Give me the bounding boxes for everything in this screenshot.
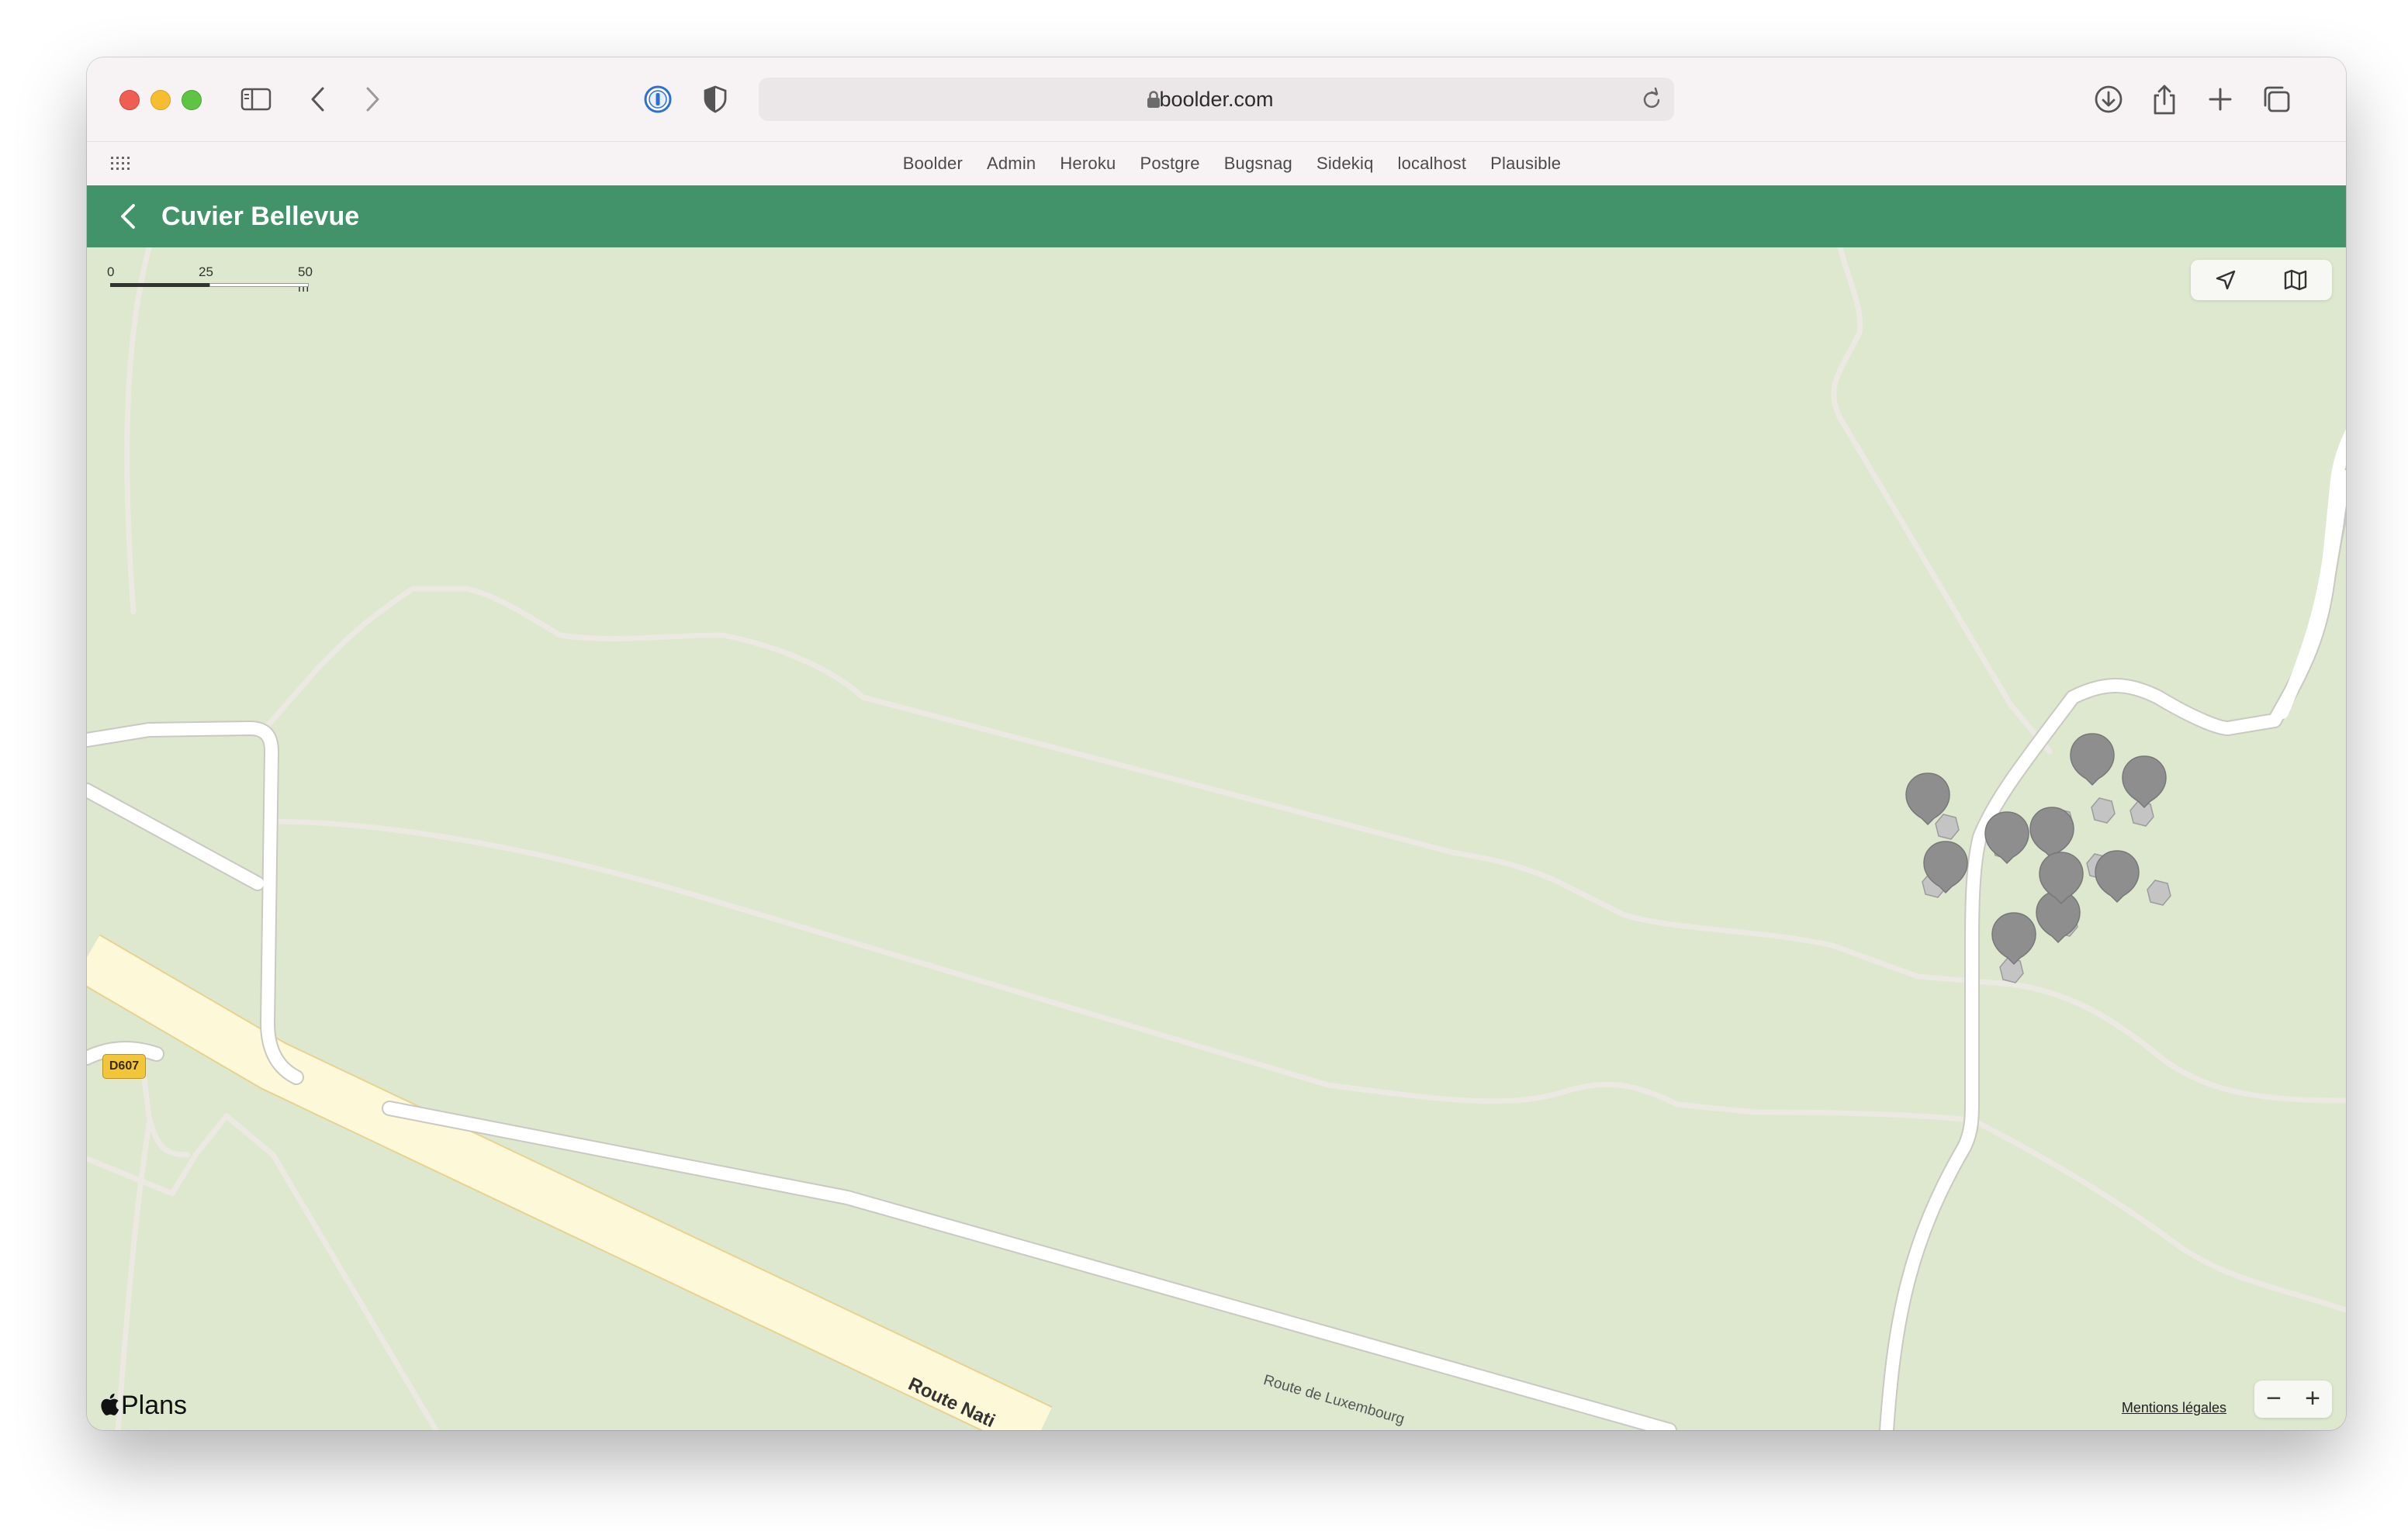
plus-icon [2209, 88, 2232, 111]
boulder-marker-icon[interactable] [2070, 733, 2115, 786]
tab-overview-button[interactable] [2259, 84, 2293, 115]
map-icon [2284, 269, 2307, 291]
boulder-marker-icon[interactable] [2122, 755, 2167, 808]
sidebar-icon [240, 88, 272, 111]
favorite-postgre[interactable]: Postgre [1140, 154, 1199, 174]
area-title: Cuvier Bellevue [161, 202, 360, 231]
boulder-marker-icon[interactable] [2029, 807, 2074, 859]
browser-window: boolder.com Boolder Admin Heroku Postgre… [87, 57, 2346, 1430]
browser-toolbar: boolder.com [87, 57, 2346, 141]
sidebar-toggle-button[interactable] [239, 84, 273, 115]
url-text: boolder.com [1159, 88, 1274, 111]
scale-bar-filled [110, 283, 209, 287]
chevron-right-icon [366, 87, 379, 112]
minimize-window-button[interactable] [150, 90, 171, 110]
tabs-overview-icon [2264, 86, 2290, 112]
scale-label-mid: 25 [199, 264, 213, 279]
back-chevron-icon[interactable] [118, 202, 138, 230]
favorite-boolder[interactable]: Boolder [903, 154, 963, 174]
favorite-localhost[interactable]: localhost [1398, 154, 1467, 174]
maps-attribution: Plans [101, 1391, 187, 1421]
map-view[interactable]: 0 25 50 m D607 Route de Luxembourg Route… [87, 247, 2346, 1430]
locate-me-button[interactable] [2191, 260, 2261, 300]
map-controls [2191, 260, 2332, 300]
favorite-admin[interactable]: Admin [987, 154, 1036, 174]
favorite-plausible[interactable]: Plausible [1490, 154, 1561, 174]
boulder-marker-icon[interactable] [1991, 912, 2036, 965]
boulder-marker-icon[interactable] [2095, 850, 2140, 903]
close-window-button[interactable] [119, 90, 140, 110]
scale-label-max: 50 m [298, 264, 313, 295]
password-manager-icon [644, 85, 672, 113]
map-scale: 0 25 50 m [107, 264, 324, 295]
scale-label-zero: 0 [107, 264, 115, 279]
boulder-markers-layer [1905, 733, 2171, 983]
maps-attribution-text: Plans [121, 1391, 188, 1420]
address-bar[interactable]: boolder.com [759, 78, 1674, 121]
favorite-sidekiq[interactable]: Sidekiq [1316, 154, 1374, 174]
new-tab-button[interactable] [2203, 84, 2237, 115]
favorites-bar: Boolder Admin Heroku Postgre Bugsnag Sid… [87, 141, 2346, 186]
share-icon [2154, 85, 2175, 115]
back-button[interactable] [301, 84, 335, 115]
favorite-bugsnag[interactable]: Bugsnag [1224, 154, 1292, 174]
password-manager-button[interactable] [641, 84, 675, 115]
zoom-controls: − + [2254, 1381, 2332, 1418]
app-header: Cuvier Bellevue [87, 185, 2346, 247]
reload-icon[interactable] [1640, 87, 1663, 112]
favorite-heroku[interactable]: Heroku [1060, 154, 1116, 174]
zoom-in-button[interactable]: + [2293, 1381, 2332, 1418]
share-button[interactable] [2147, 84, 2181, 115]
zoom-out-button[interactable]: − [2254, 1381, 2293, 1418]
map-type-button[interactable] [2261, 260, 2330, 300]
road-number-badge: D607 [102, 1054, 146, 1079]
scale-bar-empty [209, 283, 309, 287]
shield-icon [704, 85, 727, 113]
download-icon [2095, 85, 2123, 113]
apple-logo-icon [101, 1393, 119, 1415]
forward-button[interactable] [355, 84, 389, 115]
zoom-window-button[interactable] [182, 90, 202, 110]
chevron-left-icon [311, 87, 324, 112]
downloads-button[interactable] [2091, 84, 2126, 115]
boulder-marker-icon[interactable] [1984, 811, 2029, 864]
location-arrow-icon [2216, 270, 2236, 290]
legal-notice-link[interactable]: Mentions légales [2122, 1400, 2226, 1416]
privacy-shield-button[interactable] [698, 84, 732, 115]
